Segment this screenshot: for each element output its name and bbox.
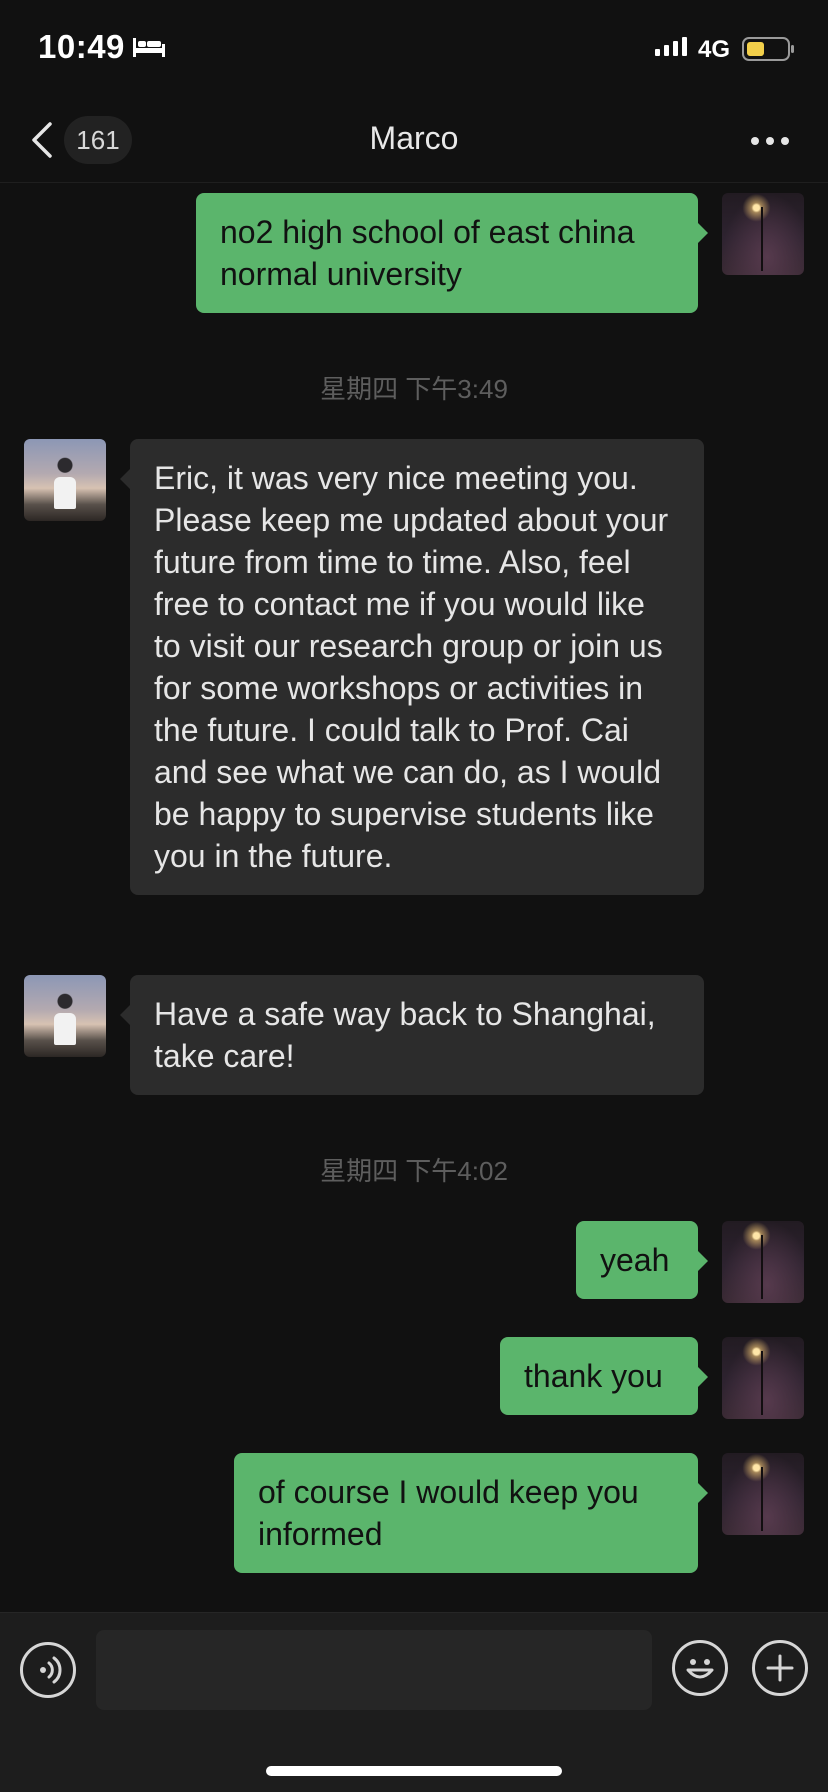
time-divider: 星期四 下午4:02: [320, 1156, 508, 1186]
message-bubble[interactable]: thank you: [500, 1337, 708, 1415]
avatar[interactable]: [24, 439, 106, 521]
avatar[interactable]: [722, 1221, 804, 1303]
more-dots-icon[interactable]: [750, 136, 790, 146]
battery-icon: [742, 37, 794, 61]
message-bubble[interactable]: Eric, it was very nice meeting you. Plea…: [120, 439, 704, 895]
page-title: Marco: [369, 120, 459, 156]
avatar[interactable]: [722, 1453, 804, 1535]
voice-button[interactable]: [20, 1642, 76, 1698]
message-bubble[interactable]: no2 high school of east china normal uni…: [196, 193, 708, 313]
home-indicator[interactable]: [266, 1766, 562, 1776]
plus-icon: [766, 1654, 794, 1682]
avatar[interactable]: [722, 1337, 804, 1419]
chat-screen: 10:49 4G 161 Marco no2 high school of ea…: [0, 0, 828, 1792]
input-bar: [0, 1612, 828, 1792]
message-input[interactable]: [96, 1630, 652, 1710]
message-bubble[interactable]: of course I would keep you informed: [234, 1453, 708, 1573]
message-bubble[interactable]: Have a safe way back to Shanghai, take c…: [120, 975, 704, 1095]
plus-button[interactable]: [752, 1640, 808, 1696]
status-time: 10:49: [38, 28, 125, 65]
emoji-button[interactable]: [672, 1640, 728, 1696]
time-divider: 星期四 下午3:49: [320, 374, 508, 404]
message-list[interactable]: no2 high school of east china normal uni…: [0, 183, 828, 1613]
avatar[interactable]: [722, 193, 804, 275]
bed-icon: [133, 38, 165, 57]
avatar[interactable]: [24, 975, 106, 1057]
emoji-icon: [686, 1659, 714, 1679]
network-type: 4G: [698, 36, 731, 63]
message-bubble[interactable]: yeah: [576, 1221, 708, 1299]
signal-icon: [655, 37, 687, 56]
input-divider: [0, 1612, 828, 1613]
voice-icon: [40, 1656, 62, 1684]
